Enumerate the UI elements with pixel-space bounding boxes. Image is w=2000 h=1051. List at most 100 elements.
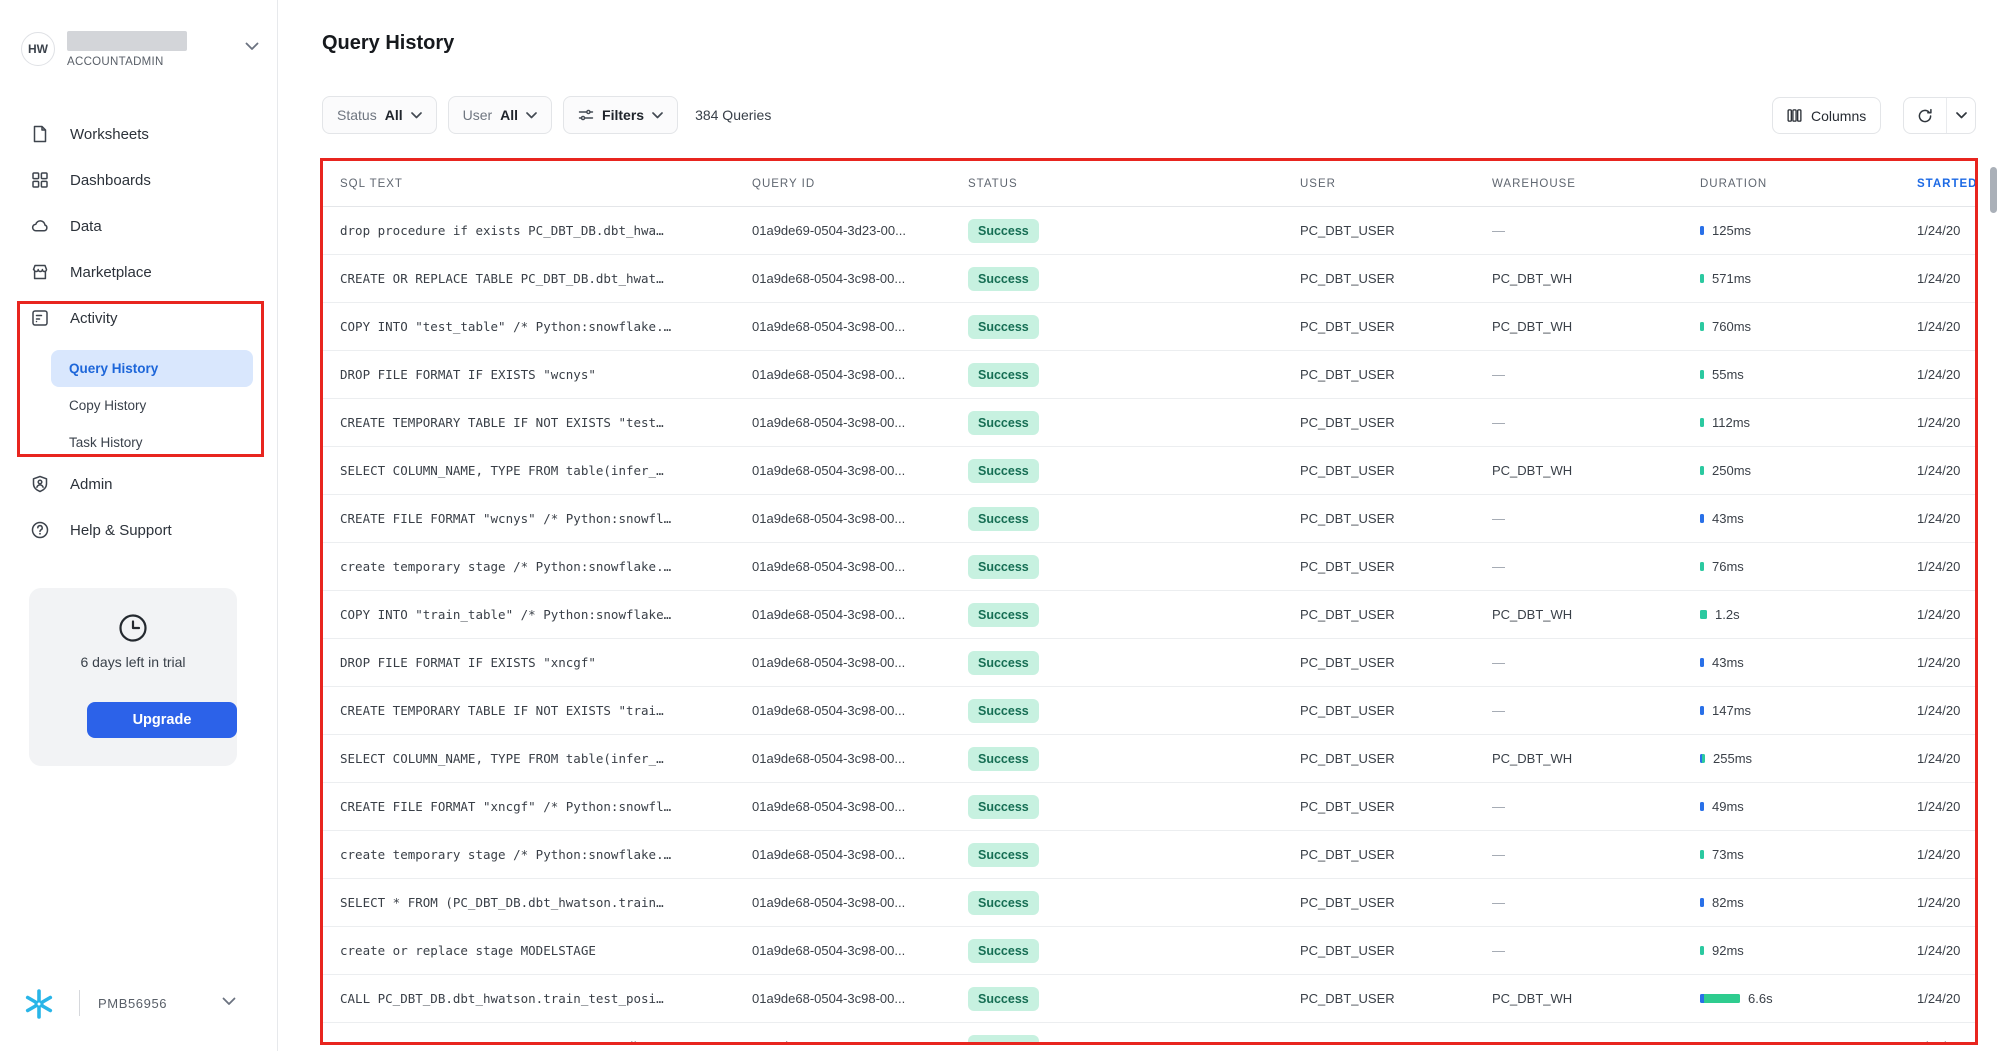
table-row[interactable]: DROP FILE FORMAT IF EXISTS "xncgf" 01a9d… [323, 639, 1975, 687]
duration-label: 250ms [1712, 463, 1751, 478]
cell-duration: 6.6s [1700, 991, 1917, 1006]
columns-icon [1787, 108, 1802, 123]
cell-warehouse: PC_DBT_WH [1492, 319, 1700, 334]
cell-duration: 760ms [1700, 319, 1917, 334]
column-header-user[interactable]: USER [1300, 178, 1492, 190]
cell-duration: 92ms [1700, 943, 1917, 958]
duration-bar [1700, 850, 1704, 859]
chevron-down-icon[interactable] [222, 997, 236, 1006]
status-badge: Success [968, 747, 1039, 771]
table-row[interactable]: create or replace stage MODELSTAGE 01a9d… [323, 927, 1975, 975]
cell-status: Success [968, 939, 1300, 963]
table-row[interactable]: CREATE FILE FORMAT "xncgf" /* Python:sno… [323, 783, 1975, 831]
cell-sql-text: DROP FILE FORMAT IF EXISTS "xncgf" [323, 655, 752, 670]
cell-started: 1/24/20 [1917, 1039, 1975, 1043]
cell-status: Success [968, 507, 1300, 531]
sidebar-item-copy-history[interactable]: Copy History [51, 387, 253, 424]
duration-label: 76ms [1712, 559, 1744, 574]
cell-started: 1/24/20 [1917, 943, 1975, 958]
cell-duration: 76ms [1700, 559, 1917, 574]
cell-user: PC_DBT_USER [1300, 223, 1492, 238]
sub-item-label: Copy History [69, 398, 146, 413]
cell-started: 1/24/20 [1917, 367, 1975, 382]
cell-sql-text: create temporary stage /* Python:snowfla… [323, 559, 752, 574]
duration-bar [1700, 562, 1704, 571]
cell-status: Success [968, 459, 1300, 483]
status-badge: Success [968, 1035, 1039, 1044]
sidebar-item-activity[interactable]: Activity [0, 295, 278, 341]
cell-duration: 43ms [1700, 655, 1917, 670]
cell-user: PC_DBT_USER [1300, 319, 1492, 334]
column-header-status[interactable]: STATUS [968, 178, 1300, 190]
cell-duration: 43ms [1700, 511, 1917, 526]
sidebar-item-task-history[interactable]: Task History [51, 424, 253, 461]
column-header-query-id[interactable]: QUERY ID [752, 178, 968, 190]
cell-warehouse: PC_DBT_WH [1492, 607, 1700, 622]
account-role: ACCOUNTADMIN [67, 56, 164, 68]
table-row[interactable]: create temporary stage /* Python:snowfla… [323, 831, 1975, 879]
duration-label: 255ms [1713, 751, 1752, 766]
table-row[interactable]: CALL PC_DBT_DB.dbt_hwatson.train_test_po… [323, 975, 1975, 1023]
sidebar-item-dashboards[interactable]: Dashboards [0, 157, 278, 203]
upgrade-button[interactable]: Upgrade [87, 702, 237, 738]
duration-label: 49ms [1712, 799, 1744, 814]
chevron-down-icon[interactable] [1947, 98, 1975, 133]
cell-status: Success [968, 987, 1300, 1011]
duration-bar [1700, 322, 1704, 331]
table-row[interactable]: CREATE FILE FORMAT "wcnys" /* Python:sno… [323, 495, 1975, 543]
status-filter-dropdown[interactable]: Status All [322, 96, 437, 134]
cell-sql-text: SELECT COLUMN_NAME, TYPE FROM table(infe… [323, 463, 752, 478]
cell-user: PC_DBT_USER [1300, 511, 1492, 526]
dashboards-icon [30, 170, 50, 190]
marketplace-icon [30, 262, 50, 282]
cell-duration: 255ms [1700, 751, 1917, 766]
table-row[interactable]: create temporary stage /* Python:snowfla… [323, 543, 1975, 591]
cell-user: PC_DBT_USER [1300, 895, 1492, 910]
table-row[interactable]: CREATE OR REPLACE PROCEDURE PC_DBT_DB.db… [323, 1023, 1975, 1043]
cell-sql-text: create or replace stage MODELSTAGE [323, 943, 752, 958]
cell-user: PC_DBT_USER [1300, 943, 1492, 958]
table-row[interactable]: CREATE OR REPLACE TABLE PC_DBT_DB.dbt_hw… [323, 255, 1975, 303]
cell-status: Success [968, 651, 1300, 675]
vertical-scrollbar[interactable] [1990, 167, 1997, 213]
sidebar-item-query-history[interactable]: Query History [51, 350, 253, 387]
table-row[interactable]: SELECT COLUMN_NAME, TYPE FROM table(infe… [323, 735, 1975, 783]
page-title: Query History [322, 32, 454, 55]
table-row[interactable]: SELECT COLUMN_NAME, TYPE FROM table(infe… [323, 447, 1975, 495]
column-header-duration[interactable]: DURATION [1700, 178, 1917, 190]
duration-label: 571ms [1712, 271, 1751, 286]
refresh-icon[interactable] [1904, 98, 1947, 133]
table-row[interactable]: CREATE TEMPORARY TABLE IF NOT EXISTS "tr… [323, 687, 1975, 735]
column-header-warehouse[interactable]: WAREHOUSE [1492, 178, 1700, 190]
table-row[interactable]: drop procedure if exists PC_DBT_DB.dbt_h… [323, 207, 1975, 255]
sidebar-item-help[interactable]: Help & Support [0, 507, 278, 553]
table-row[interactable]: COPY INTO "test_table" /* Python:snowfla… [323, 303, 1975, 351]
duration-bar [1700, 658, 1704, 667]
cell-started: 1/24/20 [1917, 751, 1975, 766]
cell-query-id: 01a9de68-0504-3c98-00... [752, 991, 968, 1006]
status-badge: Success [968, 459, 1039, 483]
sidebar-item-marketplace[interactable]: Marketplace [0, 249, 278, 295]
table-row[interactable]: COPY INTO "train_table" /* Python:snowfl… [323, 591, 1975, 639]
sidebar-item-worksheets[interactable]: Worksheets [0, 111, 278, 157]
sidebar-item-admin[interactable]: Admin [0, 461, 278, 507]
column-header-started[interactable]: STARTED [1917, 178, 1975, 190]
duration-bar [1700, 226, 1704, 235]
filters-dropdown[interactable]: Filters [563, 96, 678, 134]
column-header-sql-text[interactable]: SQL TEXT [323, 178, 752, 190]
cell-warehouse: — [1492, 703, 1700, 718]
table-row[interactable]: SELECT * FROM (PC_DBT_DB.dbt_hwatson.tra… [323, 879, 1975, 927]
admin-shield-icon [30, 474, 50, 494]
table-row[interactable]: CREATE TEMPORARY TABLE IF NOT EXISTS "te… [323, 399, 1975, 447]
account-switcher[interactable]: HW ACCOUNTADMIN [21, 30, 261, 74]
user-filter-dropdown[interactable]: User All [448, 96, 552, 134]
cell-sql-text: SELECT COLUMN_NAME, TYPE FROM table(infe… [323, 751, 752, 766]
duration-label: 43ms [1712, 511, 1744, 526]
table-row[interactable]: DROP FILE FORMAT IF EXISTS "wcnys" 01a9d… [323, 351, 1975, 399]
columns-button[interactable]: Columns [1772, 97, 1881, 134]
cell-query-id: 01a9de68-0504-3c98-00... [752, 895, 968, 910]
status-badge: Success [968, 603, 1039, 627]
duration-label: 20s [1796, 1039, 1817, 1043]
sidebar-item-data[interactable]: Data [0, 203, 278, 249]
sub-item-label: Query History [69, 361, 158, 376]
